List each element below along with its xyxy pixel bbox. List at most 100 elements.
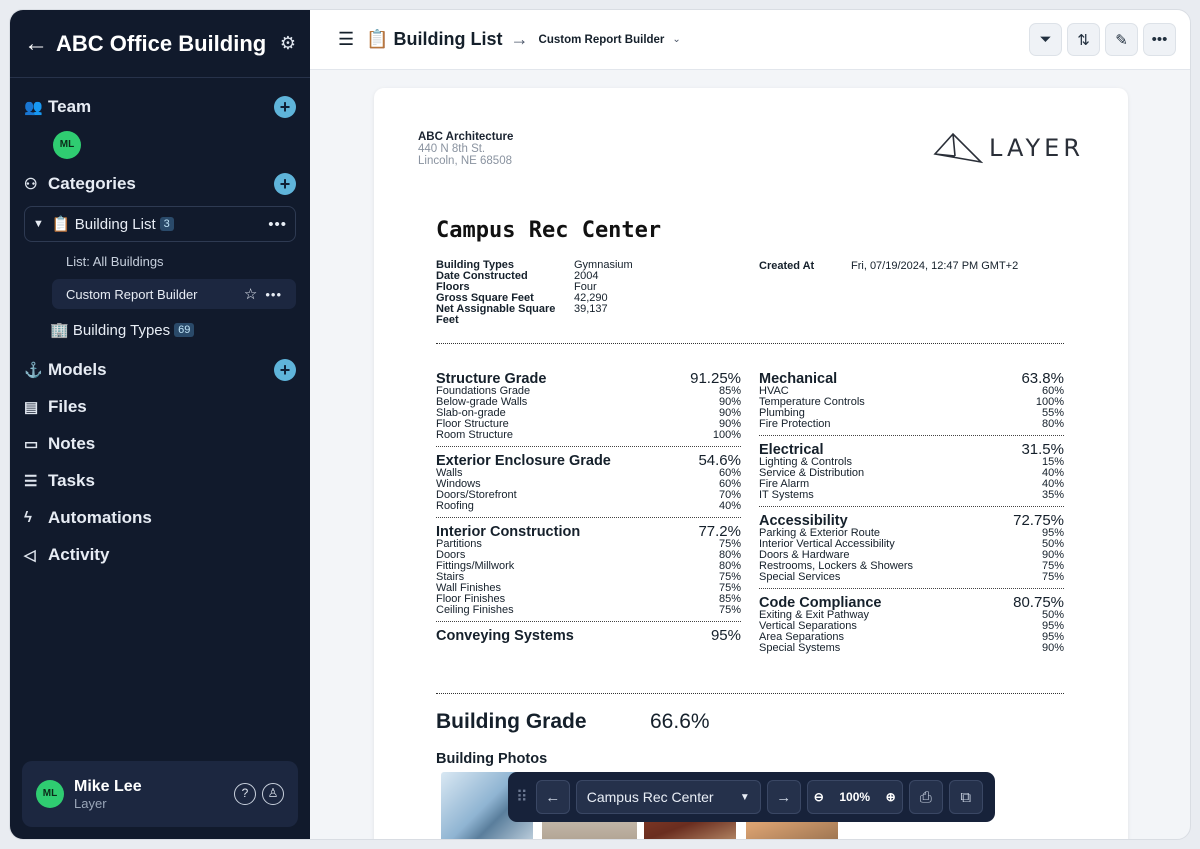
sidebar-item-list-all-buildings[interactable]: List: All Buildings bbox=[52, 246, 296, 276]
filter-icon[interactable]: ⏷ bbox=[1029, 23, 1062, 56]
grade-value: 95% bbox=[710, 627, 741, 644]
building-facts: Building Types Gymnasium Date Constructed 2… bbox=[436, 260, 633, 326]
grades-left-column: Structure Grade 91.25% Foundations Grade 85… bbox=[436, 371, 741, 644]
grade-header: Code Compliance 80.75% bbox=[759, 595, 1064, 611]
divider bbox=[436, 517, 741, 518]
open-external-icon[interactable]: ⧉ bbox=[948, 780, 983, 814]
more-icon[interactable]: ••• bbox=[1143, 23, 1176, 56]
sidebar-item-models[interactable]: ⚓ Models + bbox=[10, 351, 310, 388]
grade-item-value: 40% bbox=[718, 500, 741, 512]
fact-value: 39,137 bbox=[574, 303, 608, 315]
file-icon: ▤ bbox=[24, 398, 39, 416]
grade-item-name: Ceiling Finishes bbox=[436, 604, 514, 616]
created-at-label: Created At bbox=[759, 260, 815, 272]
grade-item: IT Systems 35% bbox=[759, 490, 1064, 501]
grade-value: 54.6% bbox=[698, 452, 741, 469]
divider bbox=[436, 446, 741, 447]
grade-item: Special Services 75% bbox=[759, 572, 1064, 583]
sort-icon[interactable]: ⇅ bbox=[1067, 23, 1100, 56]
gear-icon[interactable]: ⚙ bbox=[280, 33, 296, 54]
grade-group: Structure Grade 91.25% Foundations Grade 85… bbox=[436, 371, 741, 441]
grade-item: Room Structure 100% bbox=[436, 430, 741, 441]
more-icon[interactable]: ••• bbox=[268, 216, 287, 233]
back-arrow-icon[interactable]: ← bbox=[24, 30, 48, 58]
grade-header: Accessibility 72.75% bbox=[759, 512, 1064, 529]
divider bbox=[759, 506, 1064, 507]
report-page: ABC Architecture 440 N 8th St. Lincoln, … bbox=[374, 88, 1128, 839]
team-section[interactable]: 👥 Team + bbox=[10, 88, 310, 125]
previous-button[interactable]: ← bbox=[535, 780, 570, 814]
sidebar-item-tasks[interactable]: ☰ Tasks bbox=[10, 462, 310, 499]
grade-group: Mechanical 63.8% HVAC 60% Temperature Contro… bbox=[759, 371, 1064, 430]
grade-name: Conveying Systems bbox=[436, 628, 574, 644]
grade-group: Accessibility 72.75% Parking & Exterior Ro… bbox=[759, 512, 1064, 583]
user-icon[interactable]: ♙ bbox=[262, 783, 284, 805]
building-select[interactable]: Campus Rec Center ▼ bbox=[575, 780, 761, 814]
avatar[interactable]: ML bbox=[53, 131, 81, 159]
grade-item: Fire Protection 80% bbox=[759, 419, 1064, 430]
grade-group: Conveying Systems 95% bbox=[436, 627, 741, 644]
next-button[interactable]: → bbox=[766, 780, 801, 814]
automations-label: Automations bbox=[48, 507, 152, 527]
grade-value: 72.75% bbox=[1013, 512, 1064, 529]
divider bbox=[759, 588, 1064, 589]
drag-handle-icon[interactable]: ⠿ bbox=[516, 787, 528, 807]
categories-section[interactable]: ⚇ Categories + bbox=[10, 165, 310, 202]
top-bar: ☰ 📋 Building List → Custom Report Builde… bbox=[310, 10, 1190, 70]
grade-item: Special Systems 90% bbox=[759, 643, 1064, 654]
zoom-out-icon[interactable]: ⊖ bbox=[814, 790, 824, 804]
building-select-value: Campus Rec Center bbox=[586, 789, 714, 805]
add-team-button[interactable]: + bbox=[274, 95, 296, 118]
grade-item-name: Room Structure bbox=[436, 429, 514, 441]
more-icon[interactable]: ••• bbox=[265, 287, 282, 302]
grade-item-name: Fire Protection bbox=[759, 418, 831, 430]
grade-item-name: Special Systems bbox=[759, 642, 841, 654]
grade-name: Structure Grade bbox=[436, 371, 547, 387]
grade-group: Exterior Enclosure Grade 54.6% Walls 60% Win… bbox=[436, 452, 741, 512]
custom-report-builder-label: Custom Report Builder bbox=[66, 286, 198, 302]
grade-item-value: 100% bbox=[712, 429, 741, 441]
logo-text: LAYER bbox=[989, 134, 1084, 162]
team-label: Team bbox=[48, 96, 92, 116]
notes-icon: ▭ bbox=[24, 435, 39, 453]
building-list-label: 📋 Building List bbox=[51, 216, 156, 233]
star-icon[interactable]: ☆ bbox=[244, 285, 257, 303]
breadcrumb[interactable]: 📋 Building List bbox=[366, 29, 502, 50]
divider bbox=[436, 343, 1064, 344]
grade-item: Partitions 75% bbox=[436, 539, 741, 550]
divider bbox=[436, 693, 1064, 694]
created-at: Created At Fri, 07/19/2024, 12:47 PM GMT… bbox=[759, 260, 1018, 272]
user-panel[interactable]: ML Mike Lee Layer ? ♙ bbox=[22, 761, 298, 827]
chevron-down-icon[interactable]: ⌄ bbox=[672, 34, 680, 45]
sidebar-item-notes[interactable]: ▭ Notes bbox=[10, 425, 310, 462]
pdf-export-button[interactable]: ⎙ bbox=[908, 780, 943, 814]
grade-item-value: 90% bbox=[1041, 642, 1064, 654]
grade-name: Code Compliance bbox=[759, 595, 882, 611]
sidebar-item-custom-report-builder[interactable]: Custom Report Builder ☆ ••• bbox=[52, 279, 296, 309]
grade-value: 77.2% bbox=[698, 523, 741, 540]
add-model-button[interactable]: + bbox=[274, 358, 296, 381]
files-label: Files bbox=[48, 396, 87, 416]
grade-header: Mechanical 63.8% bbox=[759, 371, 1064, 387]
sidebar-item-files[interactable]: ▤ Files bbox=[10, 388, 310, 425]
paper-plane-icon bbox=[933, 132, 984, 164]
sidebar-item-building-types[interactable]: 🏢 Building Types 69 bbox=[50, 315, 296, 345]
chevron-down-icon[interactable]: ▼ bbox=[33, 218, 44, 230]
grade-item: Doors/Storefront 70% bbox=[436, 490, 741, 501]
grade-name: Mechanical bbox=[759, 371, 838, 387]
grade-header: Structure Grade 91.25% bbox=[436, 371, 741, 387]
menu-icon[interactable]: ☰ bbox=[338, 29, 354, 50]
sidebar-item-building-list[interactable]: ▼ 📋 Building List 3 ••• bbox=[24, 206, 296, 242]
caret-down-icon: ▼ bbox=[739, 791, 750, 803]
grade-item: Ceiling Finishes 75% bbox=[436, 605, 741, 616]
company-name: ABC Architecture bbox=[418, 131, 514, 143]
zoom-in-icon[interactable]: ⊕ bbox=[886, 790, 896, 804]
grade-header: Exterior Enclosure Grade 54.6% bbox=[436, 452, 741, 469]
help-icon[interactable]: ? bbox=[234, 783, 256, 805]
sidebar-item-activity[interactable]: ◁ Activity bbox=[10, 536, 310, 573]
add-category-button[interactable]: + bbox=[274, 172, 296, 195]
sidebar-item-automations[interactable]: ϟ Automations bbox=[10, 499, 310, 536]
report-selector[interactable]: Custom Report Builder bbox=[539, 34, 665, 46]
edit-icon[interactable]: ✎ bbox=[1105, 23, 1138, 56]
grade-header: Interior Construction 77.2% bbox=[436, 523, 741, 540]
